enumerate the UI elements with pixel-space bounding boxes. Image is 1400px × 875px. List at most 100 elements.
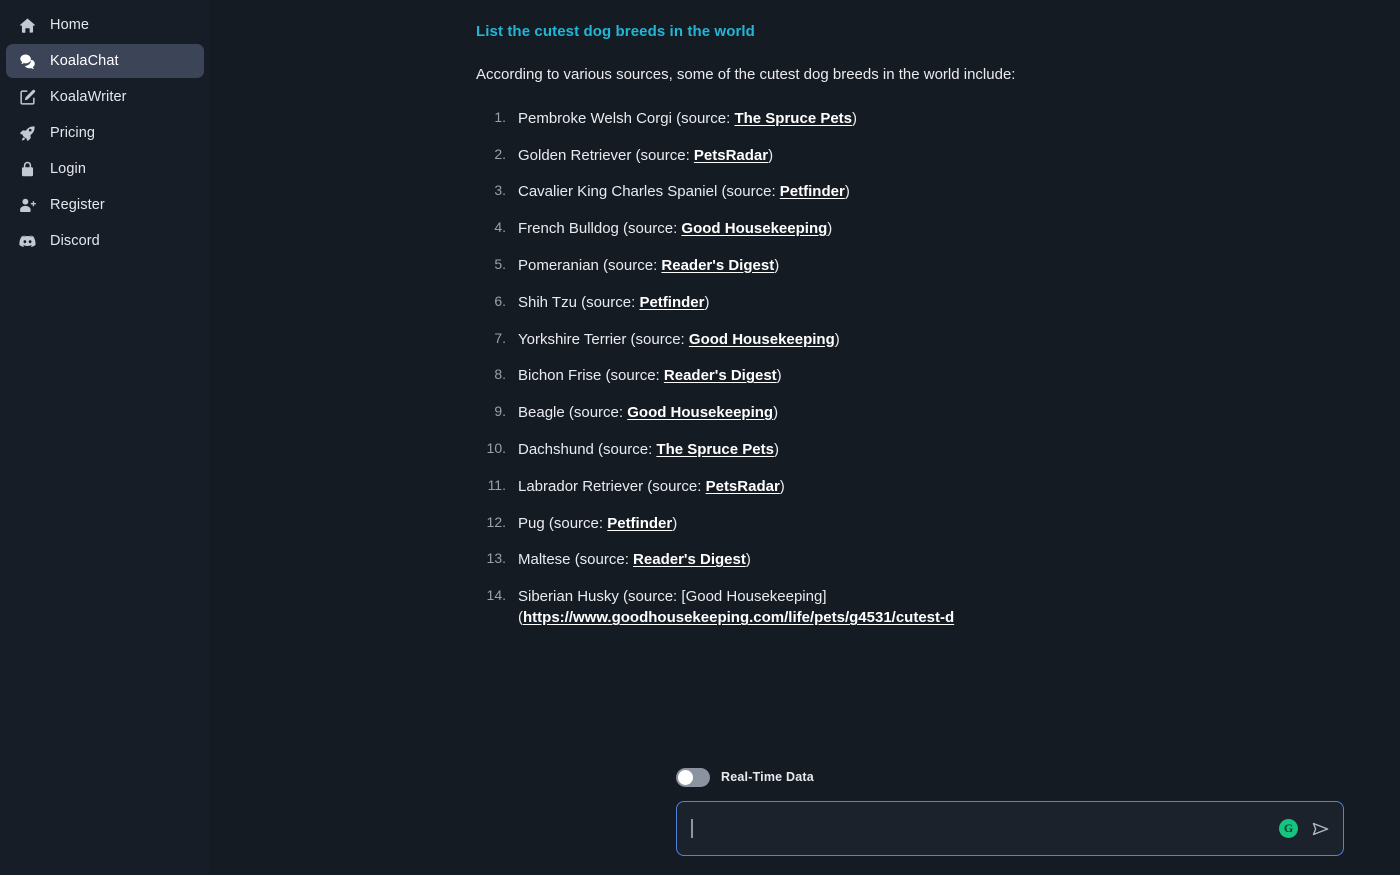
realtime-data-label: Real-Time Data bbox=[721, 770, 814, 784]
send-icon[interactable] bbox=[1311, 819, 1331, 839]
sidebar-item-pricing[interactable]: Pricing bbox=[6, 116, 204, 150]
list-item: 5. Pomeranian (source: Reader's Digest) bbox=[476, 255, 1156, 276]
source-link[interactable]: The Spruce Pets bbox=[734, 110, 852, 127]
lock-icon bbox=[18, 160, 37, 179]
list-item-text: Dachshund (source: bbox=[518, 440, 657, 458]
sidebar-item-label: Home bbox=[50, 17, 90, 33]
sidebar: Home KoalaChat KoalaWriter Pricing Login Regi… bbox=[0, 0, 210, 875]
source-link[interactable]: Reader's Digest bbox=[664, 367, 777, 384]
source-link[interactable]: PetsRadar bbox=[694, 147, 768, 164]
list-item: 7. Yorkshire Terrier (source: Good Housek… bbox=[476, 329, 1156, 350]
home-icon bbox=[18, 16, 37, 35]
list-item: 12. Pug (source: Petfinder) bbox=[476, 513, 1156, 534]
sidebar-item-home[interactable]: Home bbox=[6, 8, 204, 42]
list-item: 10. Dachshund (source: The Spruce Pets) bbox=[476, 439, 1156, 460]
breed-list: 1. Pembroke Welsh Corgi (source: The Spru… bbox=[476, 108, 1156, 629]
list-item-text: Bichon Frise (source: bbox=[518, 367, 664, 385]
list-item: 1. Pembroke Welsh Corgi (source: The Spru… bbox=[476, 108, 1156, 129]
sidebar-item-label: KoalaChat bbox=[50, 53, 119, 69]
list-item-text-suffix: ) bbox=[844, 183, 850, 201]
list-item-text: Pomeranian (source: bbox=[518, 256, 662, 274]
list-item: 6. Shih Tzu (source: Petfinder) bbox=[476, 292, 1156, 313]
chat-title: List the cutest dog breeds in the world bbox=[476, 23, 755, 40]
composer: Real-Time Data G bbox=[676, 766, 1344, 856]
sidebar-item-label: Login bbox=[50, 161, 86, 177]
chat-transcript: List the cutest dog breeds in the world … bbox=[476, 0, 1156, 644]
source-link[interactable]: Petfinder bbox=[639, 294, 704, 311]
list-item-number: 13. bbox=[486, 550, 506, 567]
list-item: 2. Golden Retriever (source: PetsRadar) bbox=[476, 145, 1156, 166]
list-item: 3. Cavalier King Charles Spaniel (source:… bbox=[476, 181, 1156, 202]
list-item-text-suffix: ) bbox=[768, 146, 774, 164]
grammarly-icon[interactable]: G bbox=[1279, 819, 1298, 838]
list-item-number: 14. bbox=[486, 587, 506, 604]
list-item-text-suffix: ) bbox=[827, 220, 833, 238]
list-item-text-suffix: ) bbox=[834, 330, 840, 348]
list-item-number: 11. bbox=[487, 476, 506, 493]
main-area: List the cutest dog breeds in the world … bbox=[210, 0, 1400, 875]
sidebar-item-discord[interactable]: Discord bbox=[6, 224, 204, 258]
chat-icon bbox=[18, 52, 37, 71]
source-link[interactable]: Reader's Digest bbox=[661, 257, 774, 274]
app-root: Home KoalaChat KoalaWriter Pricing Login Regi… bbox=[0, 0, 1400, 875]
list-item-text-suffix: ) bbox=[776, 367, 782, 385]
source-link[interactable]: Petfinder bbox=[780, 183, 845, 200]
list-item: 4. French Bulldog (source: Good Housekeep… bbox=[476, 218, 1156, 239]
chat-intro-paragraph: According to various sources, some of th… bbox=[476, 66, 1016, 83]
list-item-number: 1. bbox=[494, 108, 506, 125]
list-item: 14. Siberian Husky (source: [Good Houseke… bbox=[476, 586, 1156, 629]
list-item-text: Cavalier King Charles Spaniel (source: bbox=[518, 183, 780, 201]
source-link[interactable]: Good Housekeeping bbox=[689, 331, 835, 348]
list-item-text: Maltese (source: bbox=[518, 551, 634, 569]
source-link[interactable]: Good Housekeeping bbox=[627, 404, 773, 421]
chat-input[interactable] bbox=[692, 802, 1279, 855]
list-item: 11. Labrador Retriever (source: PetsRadar… bbox=[476, 476, 1156, 497]
list-item-text: French Bulldog (source: bbox=[518, 220, 682, 238]
chat-input-container[interactable]: G bbox=[676, 801, 1344, 856]
list-item-number: 10. bbox=[486, 439, 506, 456]
sidebar-item-register[interactable]: Register bbox=[6, 188, 204, 222]
list-item-text: Pug (source: bbox=[518, 514, 608, 532]
list-item-text: Golden Retriever (source: bbox=[518, 146, 694, 164]
source-link[interactable]: The Spruce Pets bbox=[656, 441, 774, 458]
sidebar-item-login[interactable]: Login bbox=[6, 152, 204, 186]
sidebar-item-koalawriter[interactable]: KoalaWriter bbox=[6, 80, 204, 114]
list-item: 8. Bichon Frise (source: Reader's Digest) bbox=[476, 365, 1156, 386]
source-link[interactable]: PetsRadar bbox=[706, 478, 780, 495]
source-link[interactable]: https://www.goodhousekeeping.com/life/pe… bbox=[523, 609, 954, 626]
sidebar-item-label: KoalaWriter bbox=[50, 89, 127, 105]
source-link[interactable]: Good Housekeeping bbox=[681, 220, 827, 237]
list-item-number: 2. bbox=[494, 145, 506, 162]
list-item-text: Yorkshire Terrier (source: bbox=[518, 330, 689, 348]
list-item-text: Labrador Retriever (source: bbox=[518, 477, 706, 495]
list-item-number: 12. bbox=[486, 513, 506, 530]
list-item: 9. Beagle (source: Good Housekeeping) bbox=[476, 402, 1156, 423]
user-plus-icon bbox=[18, 196, 37, 215]
list-item-text-suffix: ) bbox=[852, 109, 858, 127]
list-item-text: Pembroke Welsh Corgi (source: bbox=[518, 109, 735, 127]
list-item-text: Shih Tzu (source: bbox=[518, 293, 640, 311]
sidebar-item-koalachat[interactable]: KoalaChat bbox=[6, 44, 204, 78]
list-item-number: 5. bbox=[494, 255, 506, 272]
list-item-text-suffix: ) bbox=[745, 551, 751, 569]
rocket-icon bbox=[18, 124, 37, 143]
list-item-number: 9. bbox=[494, 403, 506, 420]
source-link[interactable]: Petfinder bbox=[607, 515, 672, 532]
toggle-knob bbox=[678, 769, 693, 785]
list-item-text: Beagle (source: bbox=[518, 404, 628, 422]
list-item: 13. Maltese (source: Reader's Digest) bbox=[476, 549, 1156, 570]
sidebar-item-label: Pricing bbox=[50, 125, 96, 141]
list-item-text-suffix: ) bbox=[704, 293, 710, 311]
realtime-data-row: Real-Time Data bbox=[676, 766, 1344, 788]
sidebar-item-label: Discord bbox=[50, 233, 100, 249]
edit-icon bbox=[18, 88, 37, 107]
input-icon-group: G bbox=[1279, 819, 1331, 839]
discord-icon bbox=[18, 232, 37, 251]
sidebar-item-label: Register bbox=[50, 197, 105, 213]
list-item-number: 8. bbox=[494, 366, 506, 383]
realtime-data-toggle[interactable] bbox=[676, 767, 710, 787]
list-item-text-suffix: ) bbox=[773, 440, 779, 458]
list-item-number: 7. bbox=[494, 329, 506, 346]
list-item-number: 4. bbox=[494, 219, 506, 236]
source-link[interactable]: Reader's Digest bbox=[633, 551, 746, 568]
